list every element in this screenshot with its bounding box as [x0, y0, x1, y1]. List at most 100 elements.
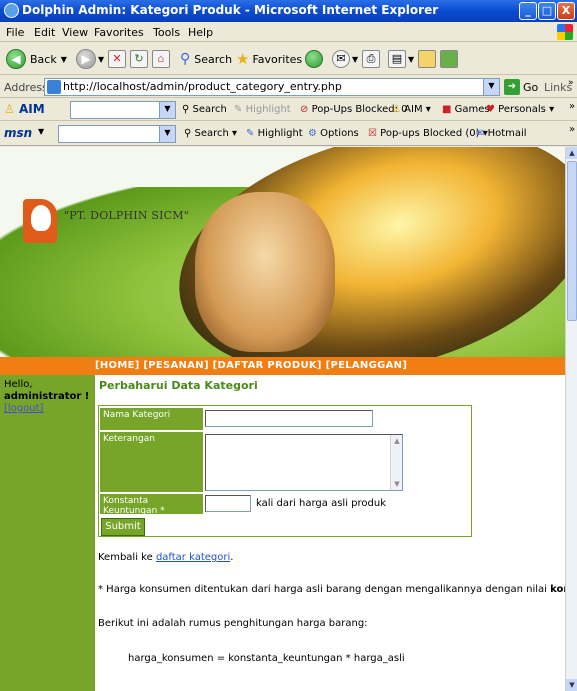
menu-bar: File Edit View Favorites Tools Help	[0, 22, 577, 42]
formula-intro: Berikut ini adalah rumus penghitungan ha…	[98, 618, 368, 629]
msn-search-icon: ⚲	[184, 128, 192, 139]
print-button[interactable]: ⎙	[362, 48, 380, 70]
folder-icon	[418, 50, 436, 68]
back-dropdown-icon: ▼	[60, 54, 67, 64]
msn-logo-dropdown-icon[interactable]: ▼	[38, 127, 44, 136]
aim-search-button[interactable]: ⚲ Search	[182, 104, 227, 115]
msn-logo[interactable]: msn	[4, 126, 32, 140]
forward-arrow-icon: ▶	[76, 49, 96, 69]
minimize-button[interactable]: _	[519, 2, 537, 20]
submit-button[interactable]: Submit	[101, 518, 145, 536]
favorites-button[interactable]: ★ Favorites	[236, 48, 302, 70]
forward-dropdown-icon: ▼	[98, 54, 105, 64]
aim-more-chevron-icon[interactable]: »	[569, 101, 575, 112]
nav-daftar-produk-link[interactable]: [DAFTAR PRODUK]	[213, 360, 322, 371]
print-icon: ⎙	[362, 50, 380, 68]
page-scrollbar[interactable]: ▲ ▼	[565, 147, 577, 691]
keterangan-label: Keterangan	[100, 432, 203, 492]
aim-highlight-label: Highlight	[245, 104, 291, 115]
scroll-down-icon[interactable]: ▼	[566, 679, 577, 691]
aim-person-icon: ♙	[4, 102, 15, 116]
price-note: * Harga konsumen ditentukan dari harga a…	[98, 584, 565, 595]
aim-logo-text: AIM	[18, 102, 45, 116]
msn-highlight-button[interactable]: ✎ Highlight	[246, 128, 303, 139]
nama-kategori-input[interactable]	[205, 410, 373, 427]
address-input[interactable]: http://localhost/admin/product_category_…	[44, 78, 500, 96]
stop-button[interactable]: ✕	[108, 48, 126, 70]
mail-button[interactable]: ✉ ▼	[332, 48, 358, 70]
scroll-thumb[interactable]	[567, 161, 577, 321]
edit-button[interactable]: ▤ ▼	[388, 48, 414, 70]
favorites-label: Favorites	[252, 52, 303, 66]
msn-popup-blocked-icon: ☒	[368, 128, 377, 139]
msn-popups-label: Pop-ups Blocked (0)	[380, 128, 480, 139]
sidebar: Hello, administrator ! [logout]	[0, 375, 95, 691]
windows-logo-icon	[557, 24, 573, 40]
go-button[interactable]: Go	[523, 81, 538, 94]
aim-games-button[interactable]: ■ Games	[442, 104, 490, 115]
logout-link[interactable]: [logout]	[4, 403, 89, 415]
messenger-button[interactable]	[440, 48, 458, 70]
refresh-button[interactable]: ↻	[130, 48, 148, 70]
menu-edit[interactable]: Edit	[34, 26, 55, 39]
menu-help[interactable]: Help	[188, 26, 213, 39]
page-title: Perbaharui Data Kategori	[99, 379, 258, 392]
aim-logo[interactable]: ♙ AIM	[4, 102, 45, 116]
favorites-star-icon: ★	[236, 50, 250, 68]
msn-search-button[interactable]: ⚲ Search ▾	[184, 128, 237, 139]
msn-more-chevron-icon[interactable]: »	[569, 124, 575, 135]
go-arrow-icon[interactable]: ➜	[504, 79, 520, 95]
aim-personals-button[interactable]: ♥ Personals ▾	[486, 104, 554, 115]
konstanta-label: Konstanta Keuntungan *	[100, 494, 203, 516]
aim-menu-button[interactable]: ♙ AIM ▾	[392, 104, 431, 115]
textarea-scroll-up-icon[interactable]: ▲	[391, 435, 403, 447]
home-button[interactable]: ⌂	[152, 48, 170, 70]
home-icon: ⌂	[152, 50, 170, 68]
maximize-button[interactable]: □	[538, 2, 556, 20]
aim-games-label: Games	[454, 104, 490, 115]
daftar-kategori-link[interactable]: daftar kategori	[156, 552, 230, 563]
refresh-icon: ↻	[130, 50, 148, 68]
nav-pelanggan-link[interactable]: [PELANGGAN]	[326, 360, 408, 371]
textarea-scrollbar[interactable]: ▲ ▼	[390, 435, 402, 490]
menu-tools[interactable]: Tools	[153, 26, 180, 39]
search-label: Search	[194, 52, 233, 66]
aim-highlight-button[interactable]: ✎ Highlight	[234, 104, 291, 115]
company-name: "PT. DOLPHIN SICM"	[64, 209, 189, 222]
heart-icon: ♥	[486, 104, 495, 115]
price-note-text: * Harga konsumen ditentukan dari harga a…	[98, 584, 551, 595]
textarea-scroll-down-icon[interactable]: ▼	[391, 478, 403, 490]
ie-icon	[4, 3, 19, 18]
msn-search-input[interactable]: ▼	[58, 125, 176, 143]
aim-toolbar: ♙ AIM ▼ ⚲ Search ✎ Highlight ⊘ Pop-Ups B…	[0, 99, 577, 121]
header-banner: "PT. DOLPHIN SICM"	[0, 147, 565, 357]
msn-hotmail-button[interactable]: ✉ Hotmail	[476, 128, 527, 139]
konstanta-input[interactable]	[205, 495, 251, 512]
menu-view[interactable]: View	[62, 26, 88, 39]
price-formula: harga_konsumen = konstanta_keuntungan * …	[128, 653, 405, 664]
menu-favorites[interactable]: Favorites	[94, 26, 144, 39]
aim-search-dropdown-icon[interactable]: ▼	[159, 102, 175, 118]
back-button[interactable]: ◀ Back ▼	[6, 48, 67, 70]
aim-search-input[interactable]: ▼	[70, 101, 176, 119]
msn-options-button[interactable]: ⚙ Options	[308, 128, 359, 139]
nav-home-link[interactable]: [HOME]	[95, 360, 140, 371]
history-button[interactable]	[305, 48, 323, 70]
scroll-up-icon[interactable]: ▲	[566, 147, 577, 159]
address-bar: Address http://localhost/admin/product_c…	[0, 76, 577, 98]
nav-pesanan-link[interactable]: [PESANAN]	[143, 360, 208, 371]
greeting: Hello, administrator ! [logout]	[4, 379, 89, 415]
address-dropdown-icon[interactable]: ▼	[483, 79, 499, 95]
msn-search-dropdown-icon[interactable]: ▼	[159, 126, 175, 142]
search-button[interactable]: ⚲ Search	[180, 48, 232, 70]
close-button[interactable]: X	[557, 2, 575, 20]
forward-button[interactable]: ▶ ▼	[76, 48, 104, 70]
folder-button[interactable]	[418, 48, 436, 70]
msn-search-label: Search	[194, 128, 229, 139]
edit-icon: ▤	[388, 50, 406, 68]
keterangan-textarea[interactable]: ▲ ▼	[205, 434, 403, 491]
menu-file[interactable]: File	[6, 26, 24, 39]
aim-menu-label: AIM	[404, 104, 423, 115]
msn-popups-button[interactable]: ☒ Pop-ups Blocked (0) ▾	[368, 128, 488, 139]
links-chevron-icon[interactable]: »	[568, 78, 574, 88]
